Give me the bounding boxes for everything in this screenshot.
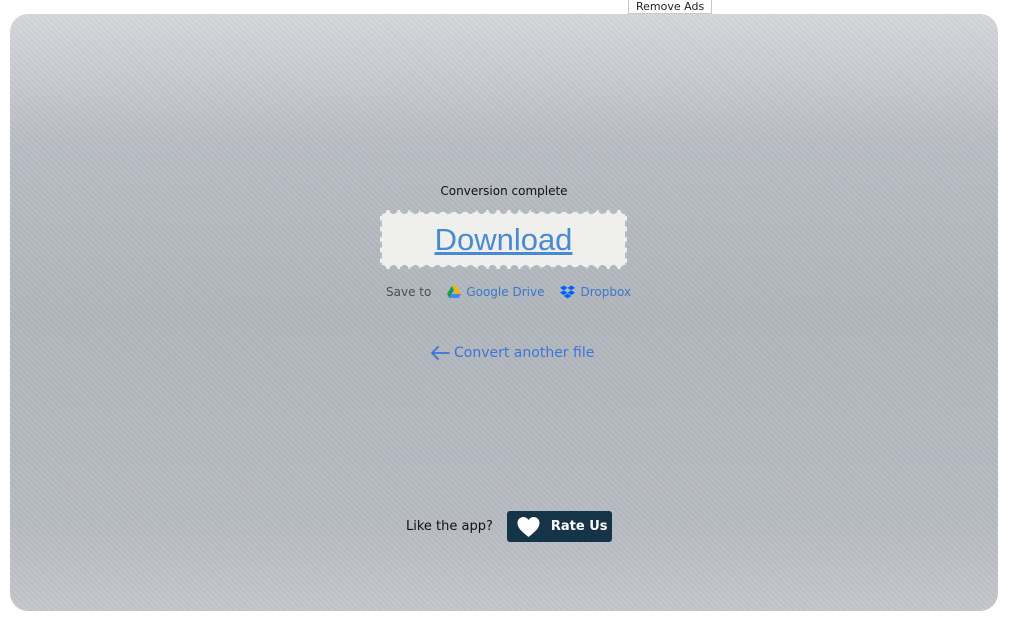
download-stamp: Download <box>380 210 627 269</box>
converter-panel: Conversion complete Download Save to Goo… <box>10 14 998 611</box>
remove-ads-button[interactable]: Remove Ads <box>628 0 713 14</box>
arrow-left-icon <box>431 346 450 360</box>
download-link[interactable]: Download <box>380 210 627 269</box>
rate-us-button[interactable]: Rate Us <box>506 511 612 542</box>
rate-us-label: Rate Us <box>550 519 608 534</box>
like-app-prompt: Like the app? <box>406 519 493 534</box>
google-drive-label: Google Drive <box>466 285 545 299</box>
save-dropbox-link[interactable]: Dropbox <box>560 285 631 299</box>
save-to-row: Save to Google Drive Dropbox <box>386 284 631 300</box>
conversion-status: Conversion complete <box>440 184 568 198</box>
convert-another-label: Convert another file <box>454 345 595 361</box>
dropbox-icon <box>560 285 576 299</box>
dropbox-label: Dropbox <box>580 285 632 299</box>
save-google-drive-link[interactable]: Google Drive <box>447 285 544 299</box>
google-drive-icon <box>447 286 462 298</box>
convert-another-link[interactable]: Convert another file <box>430 344 594 362</box>
heart-icon <box>517 516 540 537</box>
rate-row: Like the app? Rate Us <box>406 511 612 542</box>
save-to-label: Save to <box>386 285 432 299</box>
